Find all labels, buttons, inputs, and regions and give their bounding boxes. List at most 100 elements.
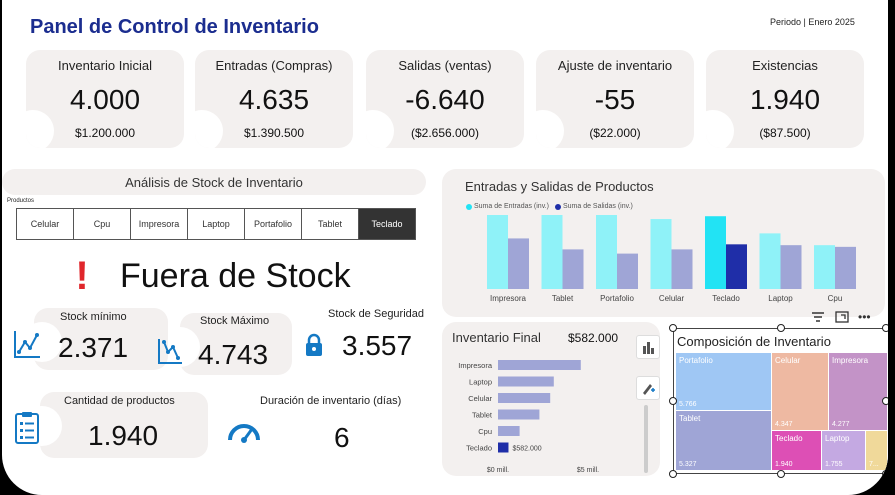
treemap-cell-value: 1.940 <box>775 461 793 468</box>
slicer-option-teclado[interactable]: Teclado <box>358 208 416 240</box>
treemap-cell-value: 1.755 <box>825 461 843 468</box>
bar-teclado-salidas[interactable] <box>726 244 747 289</box>
y-tick-label: Tablet <box>472 411 493 420</box>
legend-salidas[interactable]: Suma de Salidas (inv.) <box>563 203 633 210</box>
bar-tablet-salidas[interactable] <box>562 249 584 289</box>
hbar-laptop[interactable] <box>498 376 554 387</box>
inventario-final-value: $582.000 <box>568 331 619 345</box>
stock-analysis-title: Análisis de Stock de Inventario <box>125 175 303 190</box>
hbar-teclado[interactable] <box>498 442 509 453</box>
treemap-area: Portafolio 5.766 Tablet 5.327 Celular 4.347 Im… <box>676 353 888 471</box>
bar-celular-entradas[interactable] <box>650 219 672 289</box>
page-title: Panel de Control de Inventario <box>30 16 319 38</box>
treemap-cell-label: Laptop <box>825 434 850 443</box>
treemap-cell-teclado[interactable]: Teclado 1.940 <box>772 431 821 470</box>
treemap-cell-portafolio[interactable]: Portafolio 5.766 <box>676 353 771 410</box>
resize-handle[interactable] <box>882 397 888 405</box>
gauge-icon <box>228 424 260 443</box>
kpi-sub: $1.390.500 <box>243 126 305 140</box>
hbar-cpu[interactable] <box>498 426 520 436</box>
slicer-option-tablet[interactable]: Tablet <box>301 208 359 240</box>
kpi-label: Existencias <box>752 58 818 73</box>
x-tick-label: Teclado <box>712 294 740 303</box>
y-tick-label: Celular <box>468 394 492 403</box>
bar-impresora-salidas[interactable] <box>508 238 529 289</box>
resize-handle[interactable] <box>669 470 677 478</box>
slicer-option-celular[interactable]: Celular <box>16 208 74 240</box>
x-tick-label: $0 mill. <box>487 467 509 474</box>
hbar-celular[interactable] <box>498 393 551 403</box>
format-tool-button[interactable] <box>636 376 660 400</box>
kpi-value: -55 <box>594 84 636 115</box>
bar-cpu-salidas[interactable] <box>835 246 856 289</box>
kpi-card-entradas: Entradas (Compras) 4.635 $1.390.500 <box>195 50 353 148</box>
stock-alert-text: Fuera de Stock <box>120 257 351 295</box>
treemap-cell-impresora[interactable]: Impresora 4.277 <box>829 353 887 430</box>
dashboard-page: Panel de Control de Inventario Periodo |… <box>2 0 888 495</box>
stat-card-max: Stock Máximo 4.743 <box>180 313 292 375</box>
hbar-impresora[interactable] <box>498 360 581 370</box>
resize-handle[interactable] <box>669 324 677 332</box>
slicer-label: Productos <box>7 198 35 204</box>
x-tick-label: Portafolio <box>600 294 634 303</box>
resize-handle[interactable] <box>882 470 888 478</box>
bar-impresora-entradas[interactable] <box>487 215 508 289</box>
treemap-cell-label: Celular <box>775 356 801 365</box>
x-tick-label: Celular <box>659 294 685 303</box>
hbar-tablet[interactable] <box>498 409 540 420</box>
exclamation-icon: ! <box>75 254 89 298</box>
stat-card-count: Cantidad de productos 1.940 <box>40 392 208 458</box>
kpi-label: Inventario Inicial <box>58 58 152 73</box>
treemap-cell-label: Portafolio <box>679 356 713 365</box>
scrollbar[interactable] <box>644 405 648 473</box>
kpi-label: Salidas (ventas) <box>398 58 492 73</box>
treemap-title: Composición de Inventario <box>677 334 831 349</box>
bar-teclado-entradas[interactable] <box>705 216 726 289</box>
resize-handle[interactable] <box>777 470 785 478</box>
slicer-option-cpu[interactable]: Cpu <box>73 208 131 240</box>
treemap-cell-other[interactable]: 7... <box>866 431 887 470</box>
slicer-option-laptop[interactable]: Laptop <box>187 208 245 240</box>
checklist-icon <box>15 412 39 444</box>
y-tick-label: Cpu <box>478 427 492 436</box>
paintbrush-icon <box>643 384 655 395</box>
more-options-icon[interactable]: ••• <box>858 310 871 324</box>
kpi-value: -6.640 <box>405 84 485 115</box>
slicer-option-impresora[interactable]: Impresora <box>130 208 188 240</box>
treemap-cell-celular[interactable]: Celular 4.347 <box>772 353 828 430</box>
treemap-cell-laptop[interactable]: Laptop 1.755 <box>822 431 865 470</box>
bar-laptop-entradas[interactable] <box>759 233 781 289</box>
resize-handle[interactable] <box>669 397 677 405</box>
bar-celular-salidas[interactable] <box>671 249 693 289</box>
x-tick-label: Impresora <box>490 294 527 303</box>
x-tick-label: Cpu <box>828 294 843 303</box>
inventario-final-chart: Impresora Laptop Celular Tablet Cpu Teclado $5… <box>458 360 599 474</box>
x-tick-label: $5 mill. <box>577 467 599 474</box>
kpi-value: 4.635 <box>238 84 310 115</box>
bar-portafolio-entradas[interactable] <box>596 215 617 289</box>
visual-header-icons: ••• <box>810 310 871 324</box>
stat-label: Stock mínimo <box>60 311 127 323</box>
stat-value-safety: 3.557 <box>342 330 413 361</box>
focus-mode-icon[interactable] <box>834 310 850 324</box>
bar-portafolio-salidas[interactable] <box>617 253 638 289</box>
treemap-cell-tablet[interactable]: Tablet 5.327 <box>676 411 771 470</box>
treemap-cell-value: 7... <box>869 461 879 468</box>
treemap-cell-value: 4.277 <box>832 421 850 428</box>
stat-label: Stock Máximo <box>200 315 270 327</box>
kpi-label: Entradas (Compras) <box>215 58 333 73</box>
inventario-final-title: Inventario Final <box>452 330 541 345</box>
treemap-visual[interactable]: Composición de Inventario Portafolio 5.76… <box>673 328 888 474</box>
slicer-option-portafolio[interactable]: Portafolio <box>244 208 302 240</box>
resize-handle[interactable] <box>882 324 888 332</box>
bar-cpu-entradas[interactable] <box>814 245 835 289</box>
bar-tablet-entradas[interactable] <box>541 215 563 289</box>
filter-icon[interactable] <box>810 310 826 324</box>
resize-handle[interactable] <box>777 324 785 332</box>
stat-value: 2.371 <box>58 332 129 363</box>
bar-laptop-salidas[interactable] <box>780 245 802 289</box>
kpi-card-inventario-inicial: Inventario Inicial 4.000 $1.200.000 <box>26 50 184 148</box>
visual-tool-button[interactable] <box>636 335 660 359</box>
legend-entradas[interactable]: Suma de Entradas (inv.) <box>474 203 549 210</box>
treemap-cell-label: Teclado <box>775 434 803 443</box>
